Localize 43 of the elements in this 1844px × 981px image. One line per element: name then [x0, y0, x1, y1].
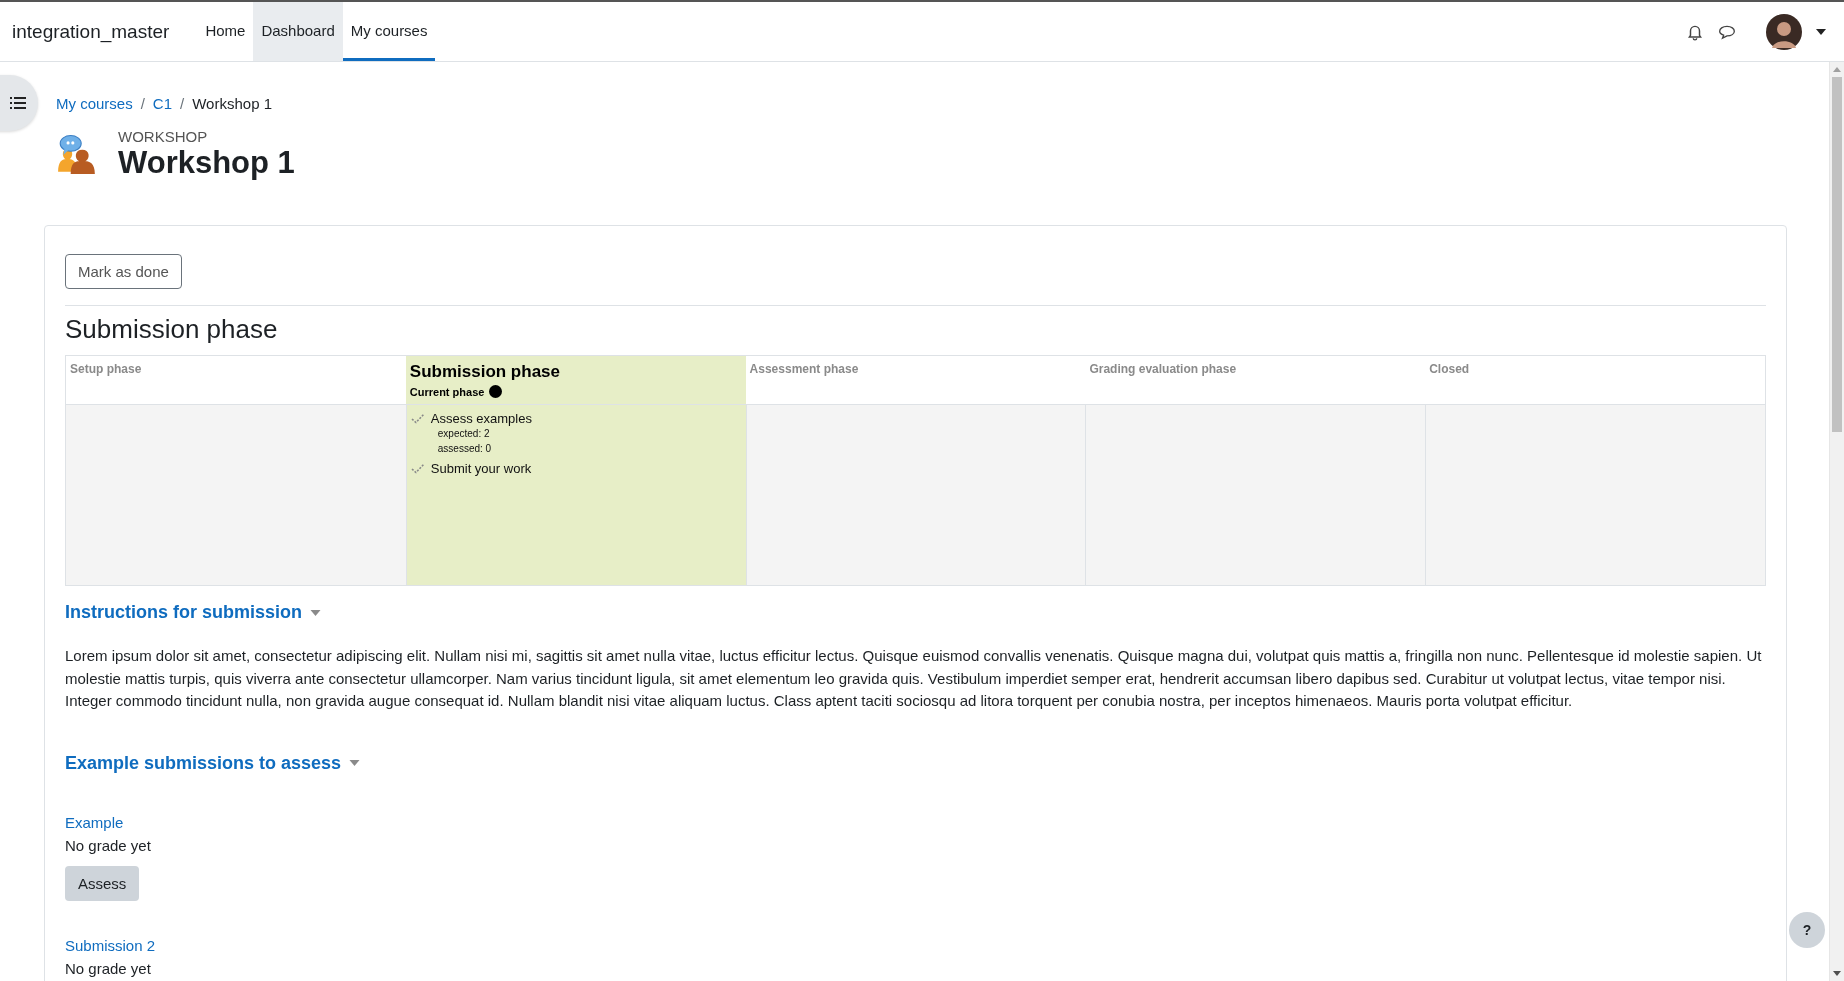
- nav-tab[interactable]: Dashboard: [253, 2, 343, 61]
- page-title: Workshop 1: [118, 145, 295, 181]
- grade-status: No grade yet: [65, 836, 151, 854]
- nav-tab[interactable]: Home: [197, 2, 254, 61]
- task-label: Submit your work: [430, 461, 532, 476]
- dashed-checkmark-icon: [410, 462, 425, 475]
- site-name[interactable]: integration_master: [0, 2, 198, 61]
- mark-as-done-button[interactable]: Mark as done: [65, 254, 182, 289]
- caret-icon[interactable]: [1816, 28, 1826, 35]
- help-button[interactable]: ?: [1789, 912, 1825, 948]
- current-phase-label: Current phase: [409, 385, 485, 398]
- task-detail: expected: 2: [436, 427, 490, 441]
- workshop-people-icon: [56, 133, 98, 176]
- task-label: Assess examples: [430, 411, 532, 426]
- section-heading-link[interactable]: Example submissions to assess: [65, 752, 342, 774]
- breadcrumb-current: Workshop 1: [192, 95, 272, 112]
- submission-link[interactable]: Example: [65, 813, 124, 831]
- task-detail: assessed: 0: [436, 442, 492, 456]
- breadcrumb-separator: /: [180, 95, 185, 112]
- assess-button[interactable]: Assess: [65, 865, 140, 901]
- phase-heading: Submission phase: [65, 314, 279, 345]
- phase-title: Setup phase: [70, 362, 142, 376]
- dashed-checkmark-icon: [410, 412, 425, 425]
- phase-title: Submission phase: [409, 362, 560, 382]
- list-icon: [10, 96, 26, 110]
- scrollbar[interactable]: [1829, 62, 1844, 981]
- section-heading-link[interactable]: Instructions for submission: [65, 602, 303, 623]
- activity-type: WORKSHOP: [118, 128, 209, 145]
- nav-tab[interactable]: My courses: [342, 2, 436, 61]
- drawer-toggle[interactable]: [0, 75, 38, 131]
- breadcrumb-link[interactable]: C1: [152, 95, 173, 112]
- instructions-text: Lorem ipsum dolor sit amet, consectetur adipiscing elit. Nullam nisi mi, sagittis sit amet nulla vitae, luctus efficitur lectus. Quisque euismod convallis venenatis. Quisque magna dui, volutpat quis mattis a, fringilla non nunc. Pellentesque id molestie sapien. Ut molestie mattis turpis, quis viverra ante consectetur ullamcorper. Nam varius tincidunt ligula, sit amet elementum leo gravida quis. Vestibulum imperdiet semper erat, hendrerit accumsan libero dapibus sed. Curabitur ut volutpat lectus, vitae tempor nisi. Integer commodo tincidunt nulla, non gravida augue consequat id. Nullam blandit nisi vitae aliquam luctus. Class aptent taciti sociosqu ad litora torquent per conubia nostra, per inceptos himenaeos. Mauris porta volutpat efficitur.: [65, 646, 1763, 711]
- scroll-down-icon[interactable]: [1833, 971, 1841, 976]
- current-phase-dot-icon: [489, 385, 503, 398]
- breadcrumb-separator: /: [140, 95, 145, 112]
- breadcrumb-link[interactable]: My courses: [56, 95, 133, 112]
- phase-title: Grading evaluation phase: [1089, 362, 1237, 376]
- scrollbar-thumb[interactable]: [1832, 77, 1842, 432]
- submission-link[interactable]: Submission 2: [65, 936, 156, 954]
- phase-title: Closed: [1429, 362, 1470, 376]
- grade-status: No grade yet: [65, 959, 151, 977]
- phase-title: Assessment phase: [749, 362, 859, 376]
- avatar[interactable]: [1766, 13, 1802, 50]
